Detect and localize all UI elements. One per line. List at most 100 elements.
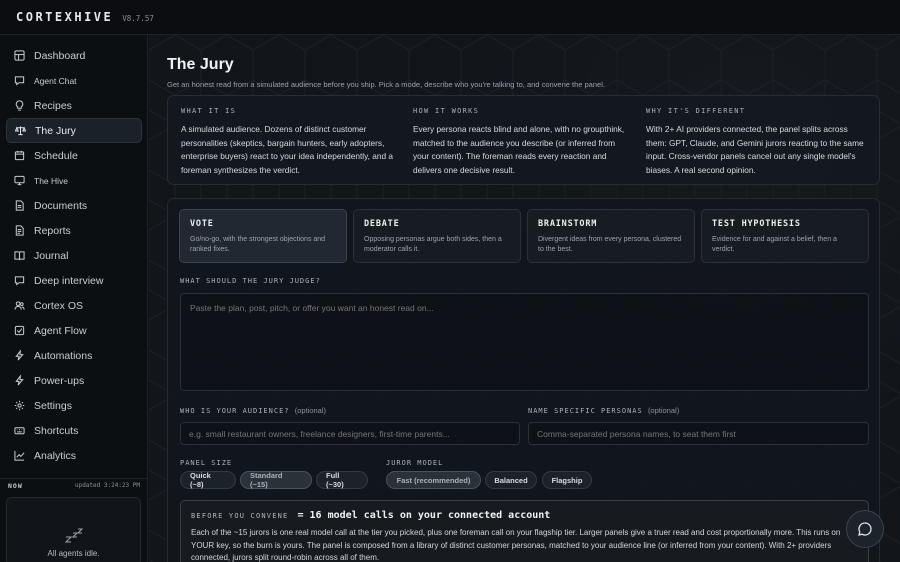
calendar-icon — [14, 150, 25, 161]
info-heading: HOW IT WORKS — [413, 107, 480, 115]
convene-cost-notice: BEFORE YOU CONVENE = 16 model calls on y… — [180, 500, 869, 562]
chat-icon — [14, 76, 25, 86]
sidebar-item-label: Journal — [34, 249, 69, 262]
agents-status-text: All agents idle. — [47, 549, 100, 558]
zzz-icon — [64, 528, 83, 543]
sidebar-item-the-hive[interactable]: The Hive — [6, 168, 142, 193]
sidebar-item-cortex-os[interactable]: Cortex OS — [6, 293, 142, 318]
mode-brainstorm[interactable]: BRAINSTORM Divergent ideas from every pe… — [527, 209, 695, 263]
updated-timestamp: updated 3:24:23 PM — [74, 482, 140, 489]
sidebar-item-journal[interactable]: Journal — [6, 243, 142, 268]
judge-textarea[interactable] — [180, 293, 869, 391]
audience-label: WHO IS YOUR AUDIENCE? (optional) — [180, 406, 326, 415]
scales-icon — [15, 126, 26, 136]
mode-debate[interactable]: DEBATE Opposing personas argue both side… — [353, 209, 521, 263]
convene-body: Each of the ~15 jurors is one real model… — [191, 528, 841, 562]
grid-icon — [14, 50, 25, 61]
personas-label: NAME SPECIFIC PERSONAS (optional) — [528, 406, 679, 415]
report-icon — [15, 225, 24, 236]
sidebar-item-label: Deep interview — [34, 274, 104, 287]
top-bar: CORTEXHIVE V8.7.57 — [0, 0, 900, 35]
sidebar-item-reports[interactable]: Reports — [6, 218, 142, 243]
sidebar-item-label: Recipes — [34, 99, 72, 112]
now-bar: NOW updated 3:24:23 PM — [0, 478, 148, 492]
sidebar-item-label: Shortcuts — [34, 424, 79, 437]
convene-header: BEFORE YOU CONVENE = 16 model calls on y… — [191, 510, 858, 521]
agents-status-card: All agents idle. — [6, 497, 141, 562]
sidebar-item-automations[interactable]: Automations — [6, 343, 142, 368]
main-content: The Jury Get an honest read from a simul… — [149, 35, 900, 562]
sidebar-item-label: Automations — [34, 349, 93, 362]
sidebar-item-recipes[interactable]: Recipes — [6, 93, 142, 118]
sidebar-item-label: The Jury — [35, 124, 76, 137]
info-heading: WHAT IT IS — [181, 107, 237, 115]
audience-label-text: WHO IS YOUR AUDIENCE? — [180, 407, 290, 415]
users-icon — [14, 301, 25, 310]
convene-before-label: BEFORE YOU CONVENE — [191, 512, 289, 520]
now-label: NOW — [8, 481, 23, 490]
mode-test-hypothesis[interactable]: TEST HYPOTHESIS Evidence for and against… — [701, 209, 869, 263]
gear-icon — [14, 400, 25, 411]
sidebar-item-power-ups[interactable]: Power-ups — [6, 368, 142, 393]
monitor-icon — [14, 175, 25, 186]
sidebar-item-dashboard[interactable]: Dashboard — [6, 43, 142, 68]
sidebar-item-label: Agent Chat — [34, 75, 77, 86]
info-what-it-is: WHAT IT IS A simulated audience. Dozens … — [181, 107, 401, 177]
bulb-icon — [15, 100, 24, 111]
info-how-it-works: HOW IT WORKS Every persona reacts blind … — [413, 107, 633, 177]
sidebar-item-label: The Hive — [34, 175, 69, 186]
sidebar-item-agent-flow[interactable]: Agent Flow — [6, 318, 142, 343]
panel-size-label: PANEL SIZE — [180, 459, 233, 467]
app-version: V8.7.57 — [122, 13, 154, 23]
mode-title: DEBATE — [364, 219, 400, 229]
mode-title: VOTE — [190, 219, 214, 229]
personas-optional: (optional) — [647, 406, 680, 415]
keyboard-icon — [14, 427, 25, 435]
sidebar-item-analytics[interactable]: Analytics — [6, 443, 142, 468]
checkbox-icon — [14, 325, 25, 336]
info-text: Every persona reacts blind and alone, wi… — [413, 124, 625, 175]
personas-label-text: NAME SPECIFIC PERSONAS — [528, 407, 643, 415]
sidebar-nav: Dashboard Agent Chat Recipes The Jury Sc… — [0, 43, 148, 468]
personas-input[interactable] — [528, 422, 869, 445]
info-text: With 2+ AI providers connected, the pane… — [646, 124, 864, 175]
sidebar-item-label: Reports — [34, 224, 71, 237]
sidebar-item-settings[interactable]: Settings — [6, 393, 142, 418]
sidebar-item-label: Agent Flow — [34, 324, 87, 337]
mode-vote[interactable]: VOTE Go/no-go, with the strongest object… — [179, 209, 347, 263]
sidebar-item-the-jury[interactable]: The Jury — [6, 118, 142, 143]
info-panel: WHAT IT IS A simulated audience. Dozens … — [167, 95, 880, 185]
mic-icon — [14, 276, 25, 286]
panel-size-standard[interactable]: Standard (~15) — [240, 471, 312, 489]
sidebar-item-shortcuts[interactable]: Shortcuts — [6, 418, 142, 443]
panel-size-full[interactable]: Full (~30) — [316, 471, 368, 489]
sidebar-item-deep-interview[interactable]: Deep interview — [6, 268, 142, 293]
sidebar-item-label: Power-ups — [34, 374, 85, 387]
sidebar-item-agent-chat[interactable]: Agent Chat — [6, 68, 142, 93]
juror-model-label: JUROR MODEL — [386, 459, 444, 467]
sidebar-item-label: Documents — [34, 199, 88, 212]
audience-input[interactable] — [180, 422, 520, 445]
app-brand[interactable]: CORTEXHIVE — [16, 10, 113, 24]
document-icon — [15, 200, 24, 211]
chat-fab-button[interactable] — [846, 510, 884, 548]
judge-label: WHAT SHOULD THE JURY JUDGE? — [180, 277, 321, 285]
sidebar-item-label: Settings — [34, 399, 72, 412]
mode-description: Go/no-go, with the strongest objections … — [190, 236, 326, 253]
jury-form-panel: VOTE Go/no-go, with the strongest object… — [167, 198, 880, 562]
page-subtitle: Get an honest read from a simulated audi… — [167, 80, 605, 89]
bolt-icon — [15, 375, 24, 386]
juror-model-flagship[interactable]: Flagship — [542, 471, 592, 489]
mode-description: Divergent ideas from every persona, clus… — [538, 236, 682, 253]
chat-bubble-icon — [858, 522, 872, 536]
juror-model-balanced[interactable]: Balanced — [485, 471, 537, 489]
sidebar-item-label: Analytics — [34, 449, 77, 462]
page-title: The Jury — [167, 56, 234, 73]
sidebar-item-schedule[interactable]: Schedule — [6, 143, 142, 168]
info-why-different: WHY IT'S DIFFERENT With 2+ AI providers … — [646, 107, 866, 177]
audience-optional: (optional) — [294, 406, 327, 415]
sidebar-item-label: Cortex OS — [34, 299, 84, 312]
panel-size-quick[interactable]: Quick (~8) — [180, 471, 236, 489]
sidebar-item-documents[interactable]: Documents — [6, 193, 142, 218]
juror-model-fast[interactable]: Fast (recommended) — [386, 471, 481, 489]
